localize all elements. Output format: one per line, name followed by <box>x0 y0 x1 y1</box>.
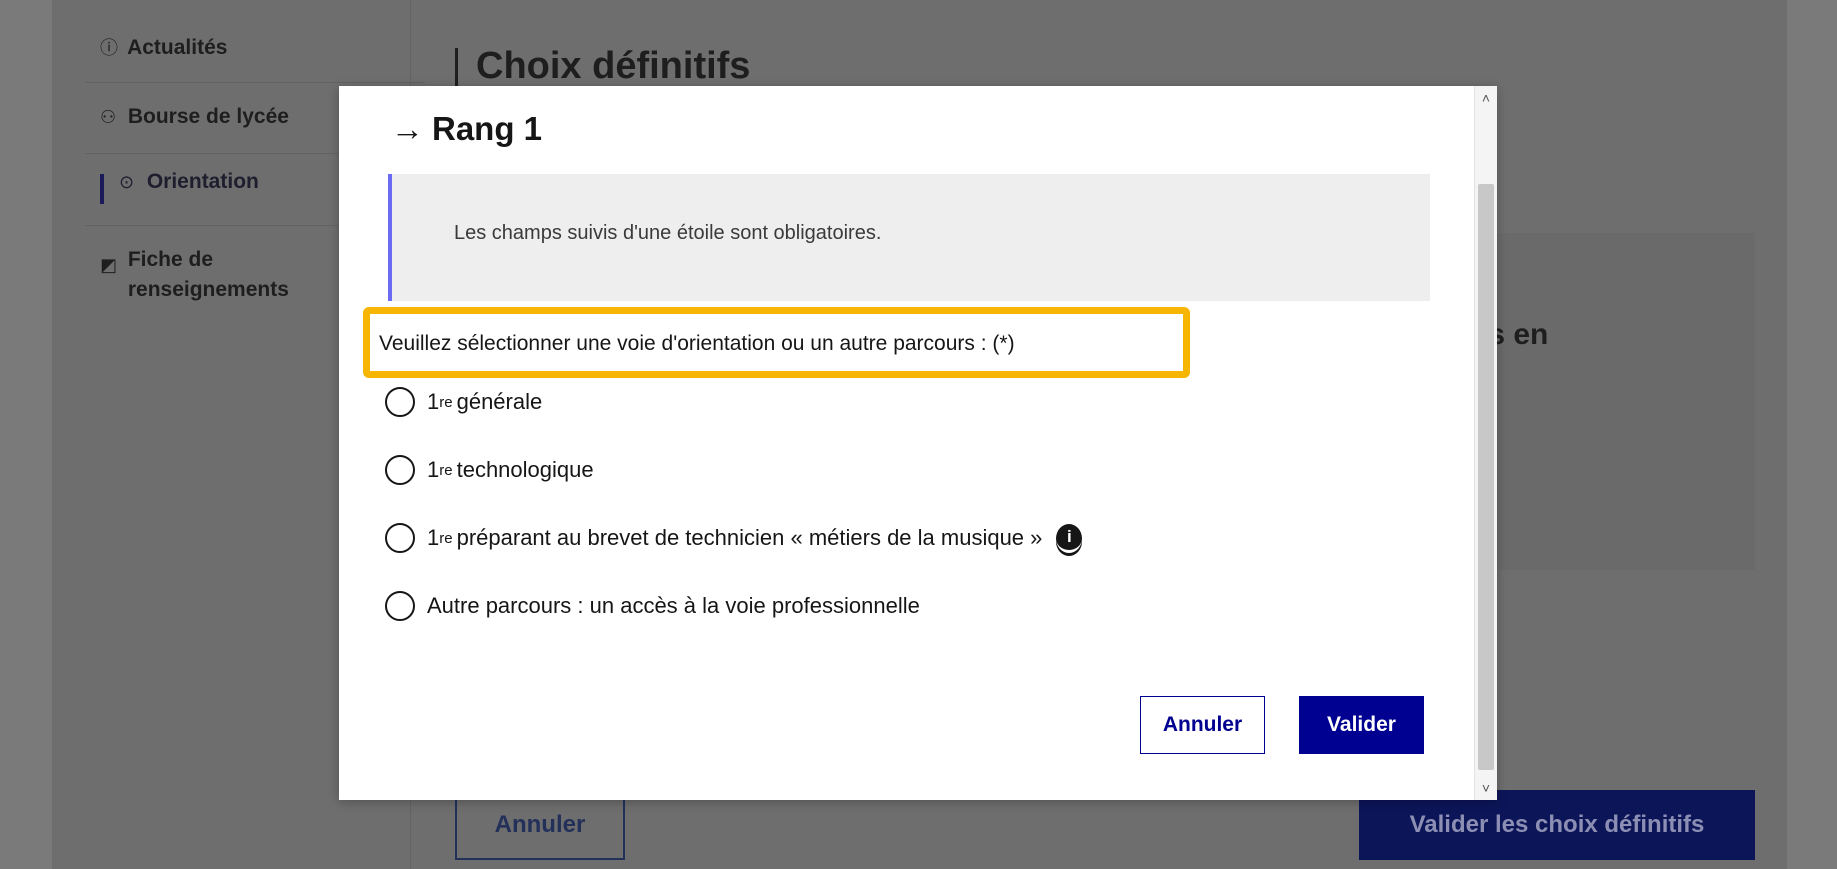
notice-text: Les champs suivis d'une étoile sont obli… <box>454 222 882 244</box>
option-technologique[interactable]: 1 re technologique <box>385 455 594 485</box>
scroll-thumb[interactable] <box>1478 184 1494 770</box>
people-icon: ⚇ <box>100 107 117 127</box>
radio-button[interactable] <box>385 591 415 621</box>
validate-button[interactable]: Valider <box>1299 696 1424 754</box>
radio-button[interactable] <box>385 387 415 417</box>
info-icon: ⓘ <box>100 38 118 58</box>
option-label: préparant au brevet de technicien « méti… <box>456 525 1043 550</box>
option-brevet-musique[interactable]: 1 re préparant au brevet de technicien « … <box>385 523 1083 553</box>
radio-button[interactable] <box>385 455 415 485</box>
sidebar-item-label: Actualités <box>127 36 228 59</box>
sidebar-item-label: Bourse de lycée <box>127 105 289 128</box>
scroll-up-icon[interactable]: ˄ <box>1475 90 1497 106</box>
modal-title: → Rang 1 <box>391 110 542 148</box>
target-icon: ⊙ <box>119 172 135 192</box>
option-voie-professionnelle[interactable]: Autre parcours : un accès à la voie prof… <box>385 591 920 621</box>
option-generale[interactable]: 1 re générale <box>385 387 542 417</box>
question-label: Veuillez sélectionner une voie d'orienta… <box>379 332 1015 355</box>
cancel-button[interactable]: Annuler <box>1140 696 1265 754</box>
option-label: générale <box>456 389 543 414</box>
sidebar-item-label: Orientation <box>146 170 259 193</box>
sidebar-item-actualites[interactable]: ⓘ Actualités <box>85 34 425 83</box>
background-cancel-button[interactable]: Annuler <box>455 790 625 860</box>
page-title-bar <box>455 48 458 86</box>
scroll-down-icon[interactable]: ˅ <box>1475 780 1497 796</box>
edit-icon: ◩ <box>100 255 118 275</box>
info-icon[interactable]: i <box>1056 523 1083 553</box>
page-title: Choix définitifs <box>476 45 751 87</box>
option-label: technologique <box>456 457 594 482</box>
modal-title-text: Rang 1 <box>432 110 543 147</box>
radio-button[interactable] <box>385 523 415 553</box>
arrow-right-icon: → <box>391 110 424 147</box>
validate-final-choices-button[interactable]: Valider les choix définitifs <box>1359 790 1755 860</box>
sidebar-item-label: Fiche de renseignements <box>127 248 289 301</box>
modal-scrollbar[interactable]: ˄ ˅ <box>1474 86 1497 800</box>
option-label: Autre parcours : un accès à la voie prof… <box>427 593 920 618</box>
active-indicator <box>100 174 104 204</box>
rank-modal: → Rang 1 Les champs suivis d'une étoile s… <box>339 86 1497 800</box>
required-fields-notice: Les champs suivis d'une étoile sont obli… <box>388 174 1430 301</box>
